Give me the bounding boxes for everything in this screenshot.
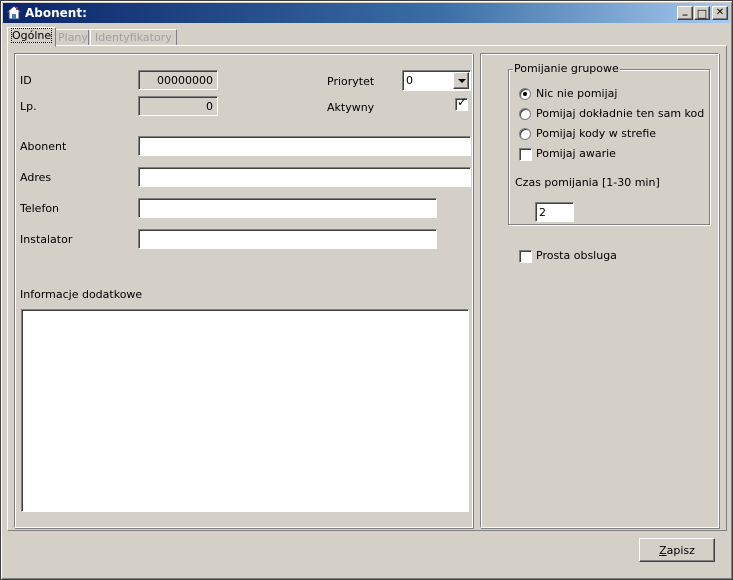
general-panel: ID 00000000 Lp. 0 Priorytet 0 Aktywny ✓ …: [14, 53, 473, 528]
instalator-label: Instalator: [20, 233, 73, 246]
save-button-label: apisz: [666, 544, 695, 557]
title-bar[interactable]: Abonent: _ □ ✕: [3, 3, 730, 23]
priority-label: Priorytet: [327, 75, 375, 88]
radio-dot: [523, 92, 527, 96]
tab-ogolne-label: Ogólne: [10, 28, 53, 43]
adres-input[interactable]: [138, 167, 471, 187]
id-label: ID: [20, 74, 32, 87]
simple-service-checkbox[interactable]: [519, 250, 532, 263]
priority-dropdown-button[interactable]: [453, 72, 469, 89]
chevron-down-icon: [458, 79, 466, 83]
radio-pomijaj-kod-label[interactable]: Pomijaj dokładnie ten sam kod: [536, 107, 704, 120]
tab-ogolne[interactable]: Ogólne: [7, 27, 57, 47]
tab-identyfikatory-label: Identyfikatory: [95, 31, 172, 44]
radio-nic-nie-pomijaj-label[interactable]: Nic nie pomijaj: [536, 87, 617, 100]
maximize-button[interactable]: □: [694, 6, 710, 20]
close-button[interactable]: ✕: [712, 6, 728, 20]
priority-value: 0: [406, 74, 413, 87]
instalator-input[interactable]: [138, 229, 437, 249]
group-skip-box: Pomijanie grupowe Nic nie pomijaj Pomija…: [508, 62, 710, 225]
adres-label: Adres: [20, 171, 52, 184]
house-icon: [6, 5, 22, 20]
options-panel: Pomijanie grupowe Nic nie pomijaj Pomija…: [480, 53, 719, 528]
minimize-button[interactable]: _: [677, 6, 693, 20]
telefon-label: Telefon: [20, 202, 60, 215]
close-icon: ✕: [715, 7, 725, 18]
save-button[interactable]: Zapisz: [639, 538, 715, 562]
window-title: Abonent:: [25, 6, 87, 20]
simple-service-label[interactable]: Prosta obsluga: [536, 249, 617, 262]
tab-identyfikatory[interactable]: Identyfikatory: [90, 29, 177, 46]
minimize-icon: _: [682, 5, 688, 16]
group-skip-title: Pomijanie grupowe: [513, 62, 620, 75]
active-label: Aktywny: [327, 101, 375, 114]
skip-failures-label[interactable]: Pomijaj awarie: [536, 147, 616, 160]
radio-pomijaj-strefa[interactable]: [519, 128, 531, 140]
tab-plany-label: Plany: [58, 31, 88, 44]
abonent-window: Abonent: _ □ ✕ Ogólne Plany Identyfikato…: [0, 0, 733, 580]
info-label: Informacje dodatkowe: [20, 288, 143, 301]
lp-field: 0: [138, 96, 218, 116]
radio-pomijaj-kod[interactable]: [519, 108, 531, 120]
radio-nic-nie-pomijaj[interactable]: [519, 88, 531, 100]
priority-select[interactable]: 0: [402, 70, 471, 91]
skip-time-label: Czas pomijania [1-30 min]: [515, 176, 660, 189]
skip-time-input[interactable]: 2: [535, 202, 574, 222]
save-button-accelerator: Z: [659, 544, 667, 557]
abonent-label: Abonent: [20, 140, 67, 153]
tab-page: ID 00000000 Lp. 0 Priorytet 0 Aktywny ✓ …: [7, 45, 727, 531]
tab-plany[interactable]: Plany: [53, 29, 93, 46]
id-field: 00000000: [138, 70, 218, 90]
maximize-icon: □: [696, 6, 708, 20]
abonent-input[interactable]: [138, 136, 471, 156]
tab-separator: [88, 30, 89, 45]
info-textarea[interactable]: [21, 309, 469, 512]
radio-pomijaj-strefa-label[interactable]: Pomijaj kody w strefie: [536, 127, 656, 140]
skip-failures-checkbox[interactable]: [519, 148, 532, 161]
lp-label: Lp.: [20, 100, 37, 113]
active-checkbox[interactable]: ✓: [455, 95, 468, 111]
telefon-input[interactable]: [138, 198, 437, 218]
checkmark-icon: ✓: [457, 95, 468, 109]
